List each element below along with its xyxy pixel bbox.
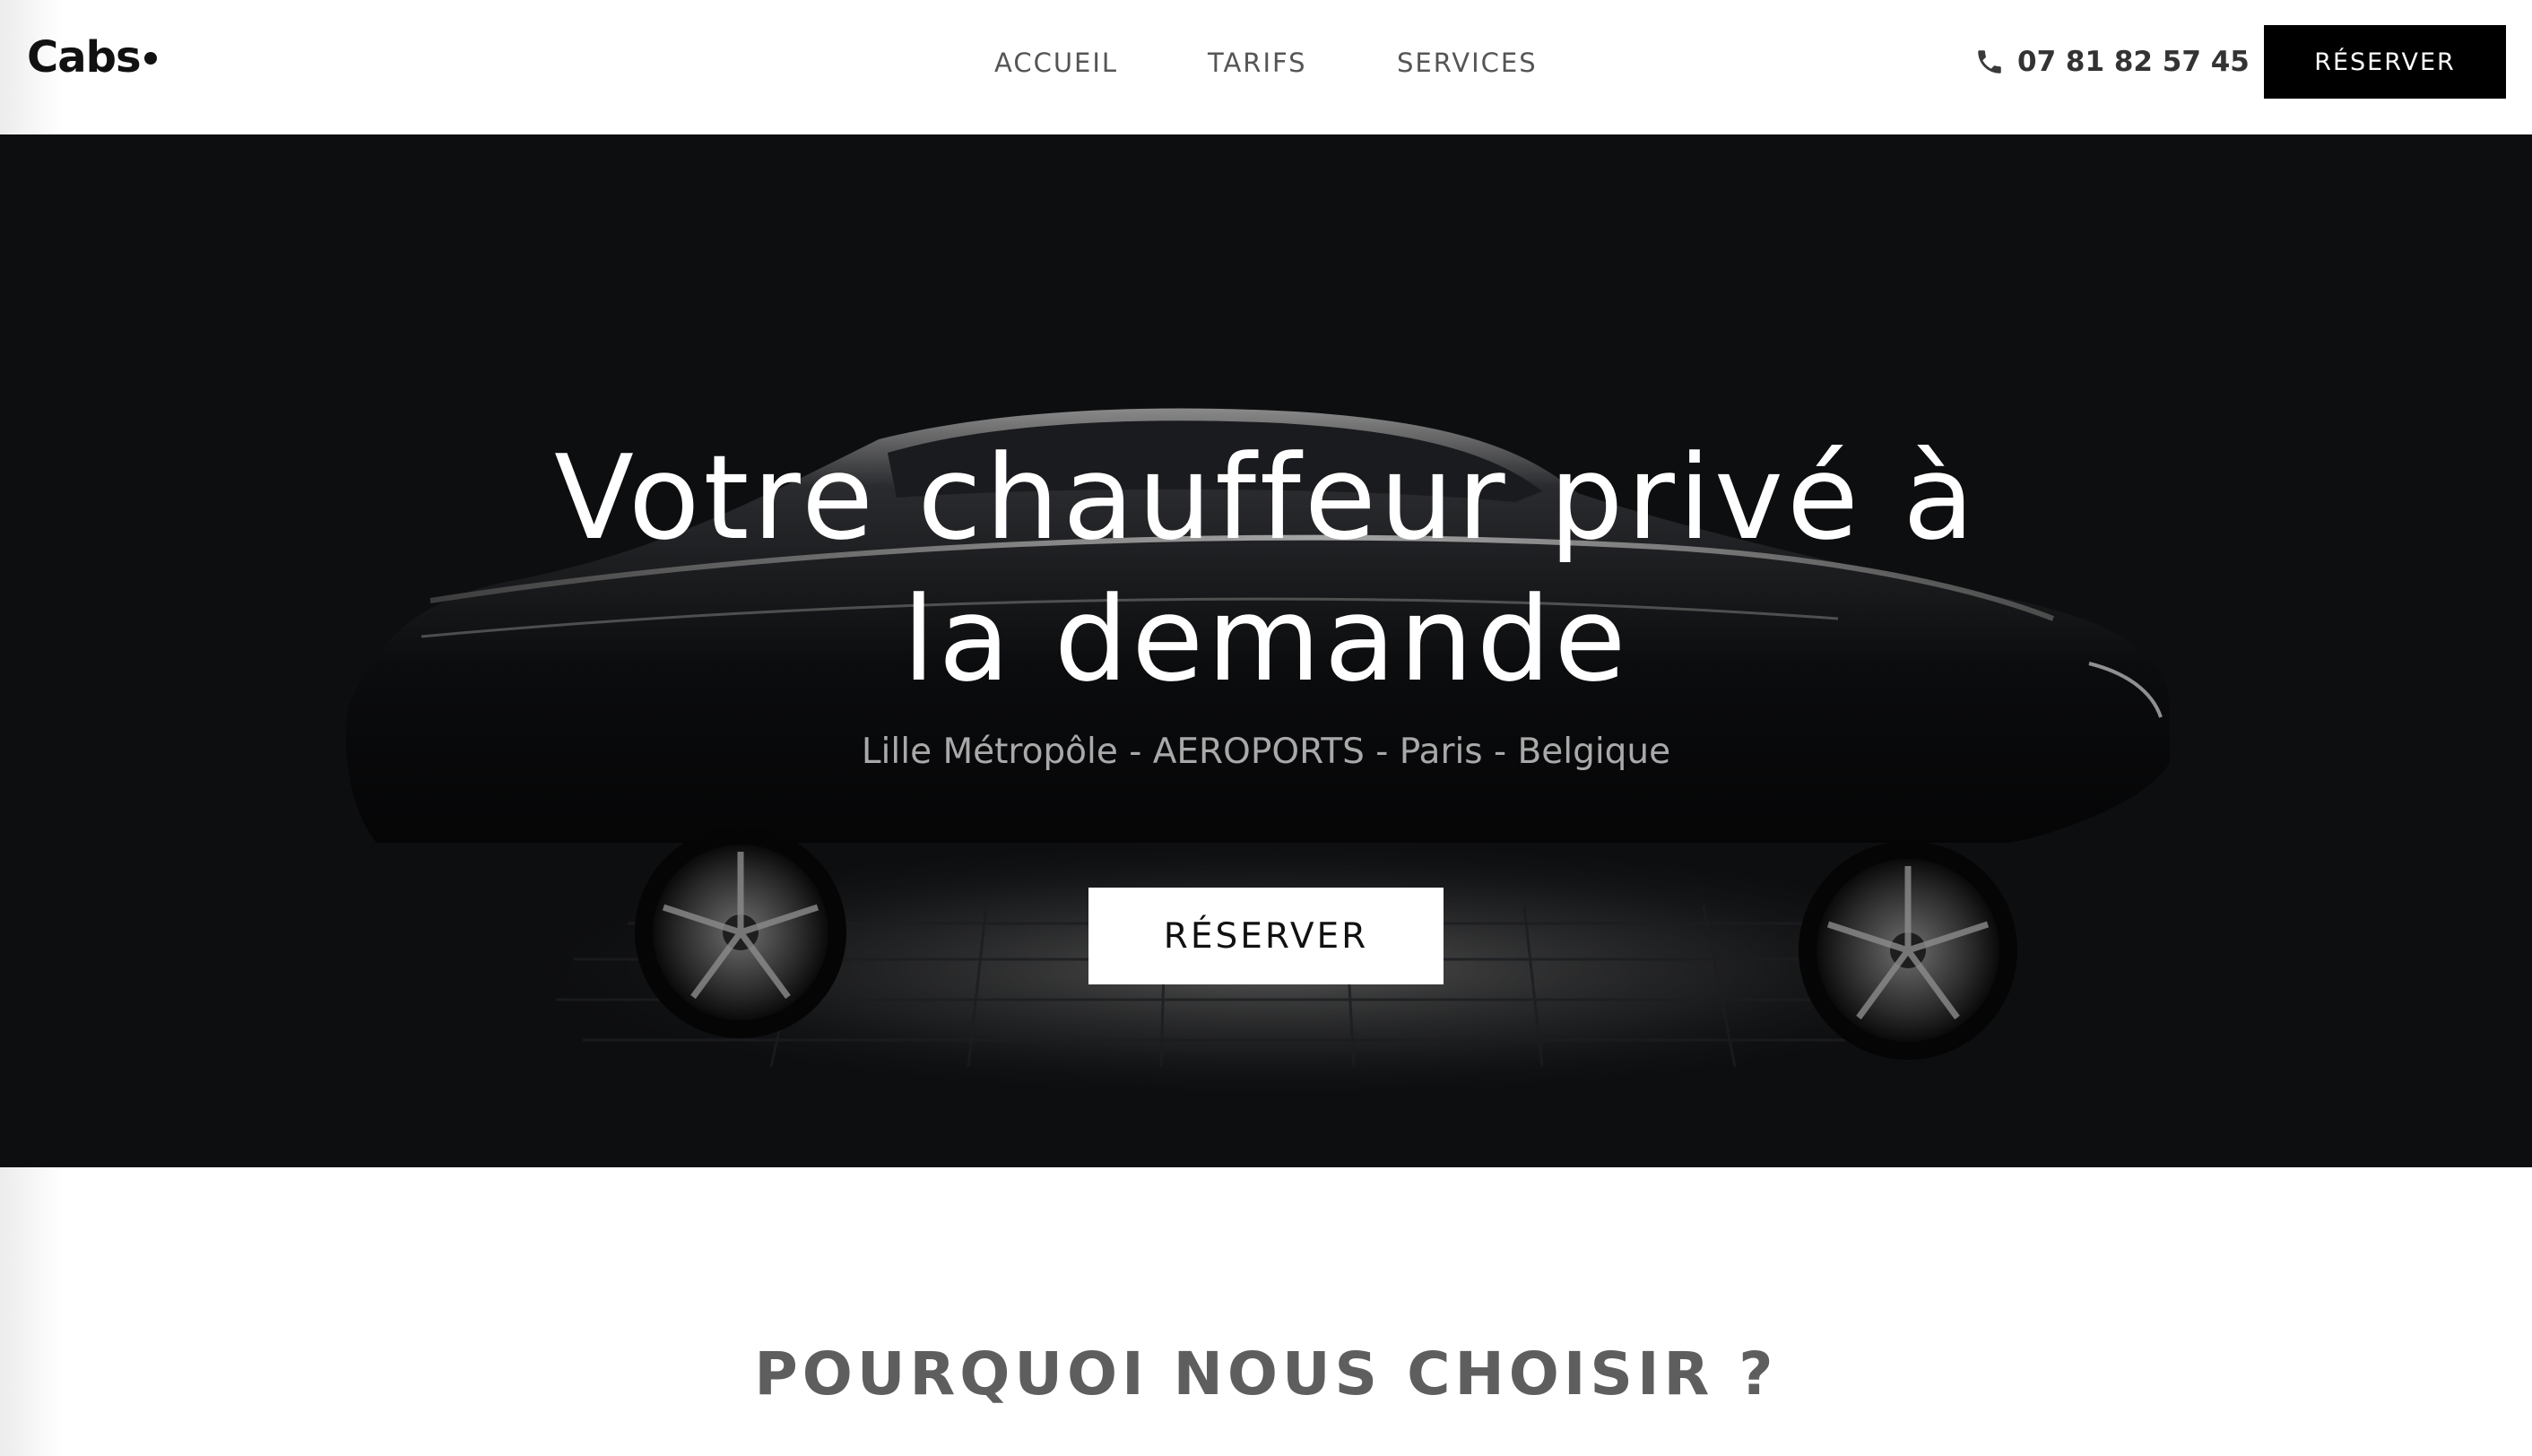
hero-title-line-1: Votre chauffeur privé à — [554, 429, 1978, 566]
logo-text: Cabs — [27, 32, 142, 82]
nav-link-services[interactable]: SERVICES — [1397, 45, 1538, 81]
site-header: Cabs ACCUEIL TARIFS SERVICES 07 81 82 57… — [0, 0, 2532, 134]
hero-title-line-2: la demande — [902, 571, 1630, 707]
section-title-why-us: POURQUOI NOUS CHOISIR ? — [754, 1339, 1778, 1408]
logo[interactable]: Cabs — [27, 32, 157, 90]
nav-link-accueil[interactable]: ACCUEIL — [994, 45, 1118, 81]
reserve-button-header[interactable]: RÉSERVER — [2264, 25, 2506, 99]
nav-link-tarifs[interactable]: TARIFS — [1208, 45, 1307, 81]
logo-dot-icon — [143, 52, 157, 65]
hero-subtitle: Lille Métropôle - AEROPORTS - Paris - Be… — [861, 732, 1671, 772]
hero-section: Votre chauffeur privé à la demande Lille… — [0, 134, 2532, 1167]
phone-link[interactable]: 07 81 82 57 45 — [1974, 41, 2250, 82]
phone-number: 07 81 82 57 45 — [2017, 46, 2250, 78]
hero-title: Votre chauffeur privé à la demande — [0, 427, 2532, 710]
reserve-button-hero[interactable]: RÉSERVER — [1088, 888, 1444, 984]
phone-icon — [1978, 50, 2001, 74]
